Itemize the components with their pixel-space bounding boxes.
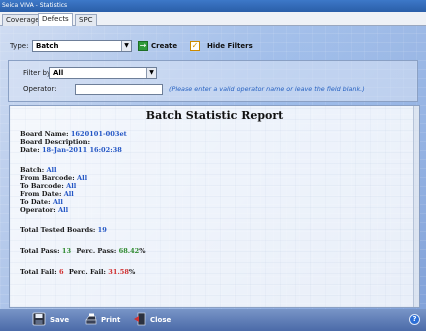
from-barcode-value: All — [76, 174, 88, 182]
total-fail-label: Total Fail: — [20, 268, 57, 276]
tab-defects[interactable]: Defects — [38, 13, 73, 27]
batch-value: All — [46, 166, 57, 174]
bottom-toolbar: Save Print Close ? — [0, 309, 426, 331]
chevron-down-icon[interactable]: ▼ — [121, 41, 131, 51]
report-operator-label: Operator: — [20, 206, 56, 214]
to-barcode-label: To Barcode: — [20, 182, 64, 190]
operator-label: Operator: — [23, 85, 57, 93]
total-tested-value: 19 — [97, 226, 107, 234]
operator-hint: (Please enter a valid operator name or l… — [169, 85, 365, 93]
date-line: Date: 18-Jan-2011 16:02:38 — [20, 146, 122, 155]
tab-spc[interactable]: SPC — [75, 14, 97, 26]
total-tested-label: Total Tested Boards: — [20, 226, 96, 234]
help-icon[interactable]: ? — [409, 314, 420, 325]
save-button[interactable]: Save — [50, 313, 69, 327]
filter-by-value: All — [53, 69, 64, 77]
perc-fail-value: 31.58 — [108, 268, 129, 276]
create-icon[interactable]: → — [138, 41, 148, 51]
close-icon[interactable] — [133, 312, 147, 326]
from-date-label: From Date: — [20, 190, 62, 198]
total-pass-label: Total Pass: — [20, 247, 60, 255]
total-fail-line: Total Fail: 6 Perc. Fail: 31.58% — [20, 268, 135, 277]
filter-panel: Filter by: All ▼ Operator: (Please enter… — [8, 60, 418, 102]
from-barcode-label: From Barcode: — [20, 174, 75, 182]
from-date-value: All — [63, 190, 74, 198]
board-description-label: Board Description: — [20, 138, 91, 146]
type-select[interactable]: Batch ▼ — [32, 40, 132, 52]
board-name-label: Board Name: — [20, 130, 69, 138]
print-icon[interactable] — [84, 312, 98, 326]
to-date-label: To Date: — [20, 198, 51, 206]
report-operator-value: All — [57, 206, 69, 214]
to-date-value: All — [52, 198, 63, 206]
perc-pass-value: 68.42 — [118, 247, 140, 255]
batch-label: Batch: — [20, 166, 45, 174]
to-barcode-value: All — [66, 182, 77, 190]
type-select-value: Batch — [36, 42, 59, 50]
total-tested-line: Total Tested Boards: 19 — [20, 226, 107, 235]
print-button[interactable]: Print — [101, 313, 120, 327]
checkbox-icon[interactable]: ✓ — [190, 41, 200, 51]
filter-by-select[interactable]: All ▼ — [49, 67, 157, 79]
tab-bar: Coverage Defects SPC — [0, 12, 426, 27]
operator-line: Operator: All — [20, 206, 68, 215]
report-scrollbar[interactable] — [413, 106, 419, 307]
total-pass-value: 13 — [61, 247, 72, 255]
report-title: Batch Statistic Report — [145, 109, 284, 122]
perc-fail-label: Perc. Fail: — [68, 268, 106, 276]
operator-input[interactable] — [75, 84, 163, 95]
window-title: Seica VIVA - Statistics — [0, 0, 426, 12]
total-fail-value: 6 — [59, 268, 64, 276]
hide-filters-button[interactable]: Hide Filters — [207, 40, 253, 52]
date-label: Date: — [20, 146, 40, 154]
perc-pass-label: Perc. Pass: — [76, 247, 117, 255]
total-pass-line: Total Pass: 13 Perc. Pass: 68.42% — [20, 247, 146, 256]
save-icon[interactable] — [32, 312, 46, 326]
create-button[interactable]: Create — [151, 40, 177, 52]
type-label: Type: — [10, 42, 29, 50]
close-button[interactable]: Close — [150, 313, 171, 327]
chevron-down-icon[interactable]: ▼ — [146, 68, 156, 78]
report-panel: Batch Statistic Report Board Name: 16201… — [9, 105, 420, 308]
perc-fail-sign: % — [128, 268, 136, 276]
date-value: 18-Jan-2011 16:02:38 — [41, 146, 122, 154]
perc-pass-sign: % — [139, 247, 146, 255]
board-name-value: 1620101-003et — [70, 130, 127, 138]
